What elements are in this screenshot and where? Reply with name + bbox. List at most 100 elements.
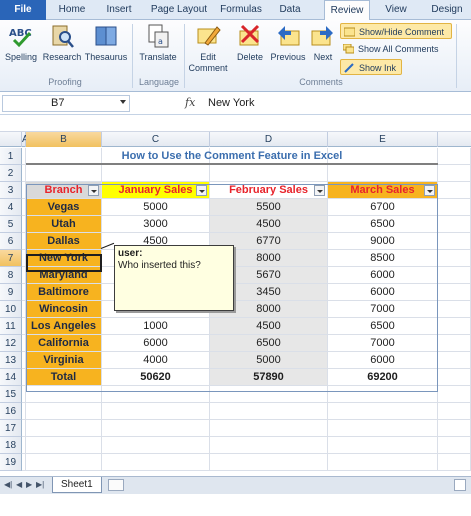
branch-cell[interactable]: California — [26, 335, 102, 352]
previous-sheet-icon[interactable]: ◀ — [16, 480, 22, 489]
cell[interactable] — [26, 403, 102, 420]
cell[interactable] — [438, 420, 471, 437]
next-sheet-icon[interactable]: ▶ — [26, 480, 32, 489]
show-ink-button[interactable]: Show Ink — [340, 59, 402, 75]
tab-file[interactable]: File — [0, 0, 46, 20]
sales-cell[interactable]: 6700 — [328, 199, 438, 216]
cell[interactable] — [328, 165, 438, 182]
sales-cell[interactable]: 7000 — [328, 301, 438, 318]
row-header[interactable]: 13 — [0, 352, 22, 369]
column-header-cell[interactable]: Branch — [26, 182, 102, 199]
cell[interactable] — [328, 386, 438, 403]
cell[interactable] — [438, 284, 471, 301]
row-header[interactable]: 3 — [0, 182, 22, 199]
branch-cell[interactable]: Virginia — [26, 352, 102, 369]
column-header-cell[interactable]: March Sales — [328, 182, 438, 199]
cell[interactable] — [328, 454, 438, 471]
name-box[interactable]: B7 — [2, 95, 130, 112]
spelling-button[interactable]: ABC Spelling — [2, 23, 40, 63]
filter-dropdown-icon[interactable] — [424, 185, 435, 196]
show-hide-comment-button[interactable]: Show/Hide Comment — [340, 23, 452, 39]
cell[interactable] — [438, 216, 471, 233]
cell[interactable] — [438, 369, 471, 386]
sales-cell[interactable]: 4000 — [102, 352, 210, 369]
branch-cell[interactable]: Vegas — [26, 199, 102, 216]
cell[interactable] — [26, 386, 102, 403]
tab-home[interactable]: Home — [50, 0, 94, 20]
cell[interactable] — [210, 420, 328, 437]
cell[interactable] — [328, 403, 438, 420]
sales-cell[interactable]: 4500 — [210, 216, 328, 233]
chevron-down-icon[interactable] — [120, 100, 126, 104]
row-header[interactable]: 15 — [0, 386, 22, 403]
row-header[interactable]: 12 — [0, 335, 22, 352]
cell[interactable] — [102, 420, 210, 437]
branch-cell[interactable]: Baltimore — [26, 284, 102, 301]
tab-insert[interactable]: Insert — [96, 0, 142, 20]
sales-cell[interactable]: 5000 — [102, 199, 210, 216]
branch-cell[interactable]: Wincosin — [26, 301, 102, 318]
filter-dropdown-icon[interactable] — [314, 185, 325, 196]
tab-review[interactable]: Review — [324, 0, 370, 21]
filter-dropdown-icon[interactable] — [196, 185, 207, 196]
cell[interactable] — [102, 437, 210, 454]
tab-formulas[interactable]: Formulas — [214, 0, 268, 20]
select-all-corner[interactable] — [0, 132, 22, 147]
row-header[interactable]: 5 — [0, 216, 22, 233]
insert-function-icon[interactable]: fx — [185, 96, 195, 109]
row-header[interactable]: 18 — [0, 437, 22, 454]
cell[interactable] — [438, 454, 471, 471]
total-cell[interactable]: 50620 — [102, 369, 210, 386]
filter-dropdown-icon[interactable] — [88, 185, 99, 196]
cell[interactable] — [210, 165, 328, 182]
sales-cell[interactable]: 6500 — [328, 216, 438, 233]
cell[interactable] — [438, 148, 471, 165]
branch-cell[interactable]: Los Angeles — [26, 318, 102, 335]
row-header[interactable]: 19 — [0, 454, 22, 471]
row-header[interactable]: 9 — [0, 284, 22, 301]
total-label-cell[interactable]: Total — [26, 369, 102, 386]
cell[interactable] — [438, 301, 471, 318]
cell[interactable] — [438, 267, 471, 284]
column-header-e[interactable]: E — [328, 132, 438, 147]
total-cell[interactable]: 57890 — [210, 369, 328, 386]
cell[interactable] — [438, 403, 471, 420]
column-header-b[interactable]: B — [26, 132, 102, 147]
cell[interactable] — [210, 403, 328, 420]
cell[interactable] — [438, 352, 471, 369]
cell[interactable] — [102, 165, 210, 182]
cell[interactable] — [438, 250, 471, 267]
translate-button[interactable]: a Translate — [136, 23, 180, 63]
sales-cell[interactable]: 6500 — [328, 318, 438, 335]
sales-cell[interactable]: 5000 — [210, 352, 328, 369]
previous-comment-button[interactable]: Previous — [268, 23, 308, 63]
next-comment-button[interactable]: Next — [308, 23, 338, 63]
cell[interactable] — [438, 233, 471, 250]
tab-design[interactable]: Design — [424, 0, 470, 20]
sales-cell[interactable]: 8500 — [328, 250, 438, 267]
edit-comment-button[interactable]: Edit Comment — [186, 23, 230, 74]
column-header-cell[interactable]: January Sales — [102, 182, 210, 199]
show-all-comments-button[interactable]: Show All Comments — [340, 41, 452, 57]
cell[interactable] — [26, 454, 102, 471]
column-header-cell[interactable]: February Sales — [210, 182, 328, 199]
row-header[interactable]: 7 — [0, 250, 22, 267]
branch-cell[interactable]: New York — [26, 250, 102, 267]
horizontal-scrollbar[interactable] — [454, 479, 466, 491]
column-header-c[interactable]: C — [102, 132, 210, 147]
row-header[interactable]: 10 — [0, 301, 22, 318]
row-header[interactable]: 2 — [0, 165, 22, 182]
sales-cell[interactable]: 6500 — [210, 335, 328, 352]
sales-cell[interactable]: 9000 — [328, 233, 438, 250]
cell[interactable] — [438, 318, 471, 335]
cell[interactable] — [328, 437, 438, 454]
cell[interactable] — [438, 386, 471, 403]
row-header[interactable]: 14 — [0, 369, 22, 386]
total-cell[interactable]: 69200 — [328, 369, 438, 386]
thesaurus-button[interactable]: Thesaurus — [84, 23, 128, 63]
cell[interactable] — [328, 420, 438, 437]
cell[interactable] — [26, 437, 102, 454]
cell[interactable] — [210, 454, 328, 471]
last-sheet-icon[interactable]: ▶| — [36, 480, 44, 489]
tab-view[interactable]: View — [374, 0, 418, 20]
